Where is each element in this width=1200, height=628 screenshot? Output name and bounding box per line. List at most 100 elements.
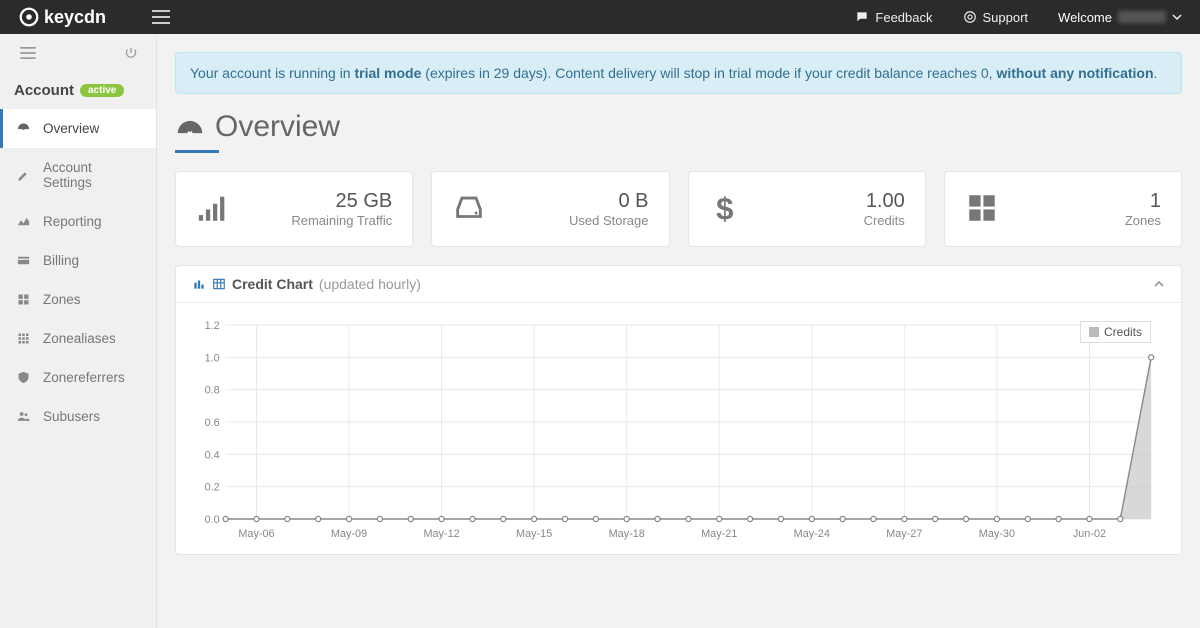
svg-text:May-06: May-06 [238, 528, 274, 540]
chart-body: Credits 0.00.20.40.60.81.01.2May-06May-0… [176, 303, 1181, 554]
hamburger-icon[interactable] [152, 10, 170, 24]
svg-text:0.8: 0.8 [205, 385, 220, 397]
legend-swatch [1089, 327, 1099, 337]
trial-notice: Your account is running in trial mode (e… [175, 52, 1182, 94]
sidebar-item-label: Reporting [43, 214, 102, 229]
notice-text: . [1154, 65, 1158, 81]
page-title: Overview [175, 110, 1182, 144]
svg-text:0.0: 0.0 [205, 514, 220, 526]
card-used-storage: 0 B Used Storage [431, 171, 669, 247]
bar-chart-icon[interactable] [192, 277, 206, 291]
svg-text:May-30: May-30 [979, 528, 1015, 540]
feedback-label: Feedback [875, 10, 932, 25]
card-remaining-traffic: 25 GB Remaining Traffic [175, 171, 413, 247]
notice-text: (expires in 29 days). Content delivery w… [421, 65, 996, 81]
shield-icon [16, 370, 31, 385]
svg-text:May-09: May-09 [331, 528, 367, 540]
card-label: Remaining Traffic [291, 213, 392, 228]
card-value: 1.00 [864, 190, 905, 213]
welcome-menu[interactable]: Welcome [1058, 10, 1182, 25]
brand-name: keycdn [44, 7, 106, 28]
card-label: Used Storage [569, 213, 649, 228]
power-icon[interactable] [124, 46, 138, 60]
card-label: Credits [864, 213, 905, 228]
sidebar-item-label: Zonealiases [43, 331, 116, 346]
sidebar-nav: Overview Account Settings Reporting Bill… [0, 109, 156, 436]
svg-text:1.0: 1.0 [205, 352, 220, 364]
notice-bold: without any notification [996, 65, 1153, 81]
svg-text:May-24: May-24 [794, 528, 830, 540]
svg-text:May-27: May-27 [886, 528, 922, 540]
svg-text:$: $ [716, 191, 733, 225]
brand-logo[interactable]: keycdn [18, 6, 106, 28]
card-value: 1 [1125, 190, 1161, 213]
sidebar-item-billing[interactable]: Billing [0, 241, 156, 280]
svg-text:0.2: 0.2 [205, 482, 220, 494]
chart-area-icon [16, 214, 31, 229]
stat-cards: 25 GB Remaining Traffic 0 B Used Storage… [175, 171, 1182, 247]
sidebar-item-label: Subusers [43, 409, 100, 424]
svg-text:0.6: 0.6 [205, 417, 220, 429]
status-badge: active [80, 84, 124, 97]
hdd-icon [452, 191, 486, 228]
chevron-up-icon[interactable] [1153, 278, 1165, 290]
sidebar-item-label: Billing [43, 253, 79, 268]
sidebar-item-label: Zones [43, 292, 81, 307]
sidebar-section-header: Account active [0, 72, 156, 109]
notice-bold: trial mode [354, 65, 421, 81]
support-link[interactable]: Support [963, 10, 1029, 25]
sidebar-item-zonealiases[interactable]: Zonealiases [0, 319, 156, 358]
sidebar-item-overview[interactable]: Overview [0, 109, 156, 148]
sidebar-item-reporting[interactable]: Reporting [0, 202, 156, 241]
feedback-link[interactable]: Feedback [855, 10, 932, 25]
support-label: Support [983, 10, 1029, 25]
users-icon [16, 409, 31, 424]
card-value: 25 GB [291, 190, 392, 213]
sidebar-item-label: Zonereferrers [43, 370, 125, 385]
sidebar-section-title: Account [14, 82, 74, 99]
signal-icon [196, 191, 230, 228]
card-zones: 1 Zones [944, 171, 1182, 247]
chart-legend: Credits [1080, 321, 1151, 343]
card-value: 0 B [569, 190, 649, 213]
sidebar-item-account-settings[interactable]: Account Settings [0, 148, 156, 202]
grid-icon [965, 191, 999, 228]
gear-icon [18, 6, 40, 28]
credit-chart-panel: Credit Chart (updated hourly) Credits 0.… [175, 265, 1182, 555]
grid-large-icon [16, 292, 31, 307]
username-blurred [1118, 11, 1166, 23]
sidebar-item-subusers[interactable]: Subusers [0, 397, 156, 436]
sidebar-item-zones[interactable]: Zones [0, 280, 156, 319]
speech-icon [855, 10, 869, 24]
sidebar-item-label: Overview [43, 121, 99, 136]
sidebar-hamburger-icon[interactable] [20, 47, 36, 59]
title-underline [175, 150, 219, 153]
dashboard-icon [16, 121, 31, 136]
legend-label: Credits [1104, 325, 1142, 339]
chart-title: Credit Chart [232, 276, 313, 292]
dollar-icon: $ [709, 191, 743, 228]
svg-text:Jun-02: Jun-02 [1073, 528, 1106, 540]
sidebar-item-zonereferrers[interactable]: Zonereferrers [0, 358, 156, 397]
dashboard-icon [175, 116, 205, 138]
notice-text: Your account is running in [190, 65, 354, 81]
page-title-text: Overview [215, 110, 340, 144]
card-credits: $ 1.00 Credits [688, 171, 926, 247]
svg-text:1.2: 1.2 [205, 320, 220, 332]
svg-text:May-18: May-18 [609, 528, 645, 540]
chart-header: Credit Chart (updated hourly) [176, 266, 1181, 303]
table-icon[interactable] [212, 277, 226, 291]
topbar: keycdn Feedback Support Welcome [0, 0, 1200, 34]
grid-small-icon [16, 331, 31, 346]
lifebuoy-icon [963, 10, 977, 24]
chart-subtitle: (updated hourly) [319, 276, 421, 292]
svg-text:May-21: May-21 [701, 528, 737, 540]
svg-text:May-15: May-15 [516, 528, 552, 540]
edit-icon [16, 168, 31, 183]
chevron-down-icon [1172, 12, 1182, 22]
svg-text:May-12: May-12 [423, 528, 459, 540]
card-label: Zones [1125, 213, 1161, 228]
welcome-label: Welcome [1058, 10, 1112, 25]
credit-chart: 0.00.20.40.60.81.01.2May-06May-09May-12M… [194, 317, 1163, 545]
sidebar-item-label: Account Settings [43, 160, 140, 190]
